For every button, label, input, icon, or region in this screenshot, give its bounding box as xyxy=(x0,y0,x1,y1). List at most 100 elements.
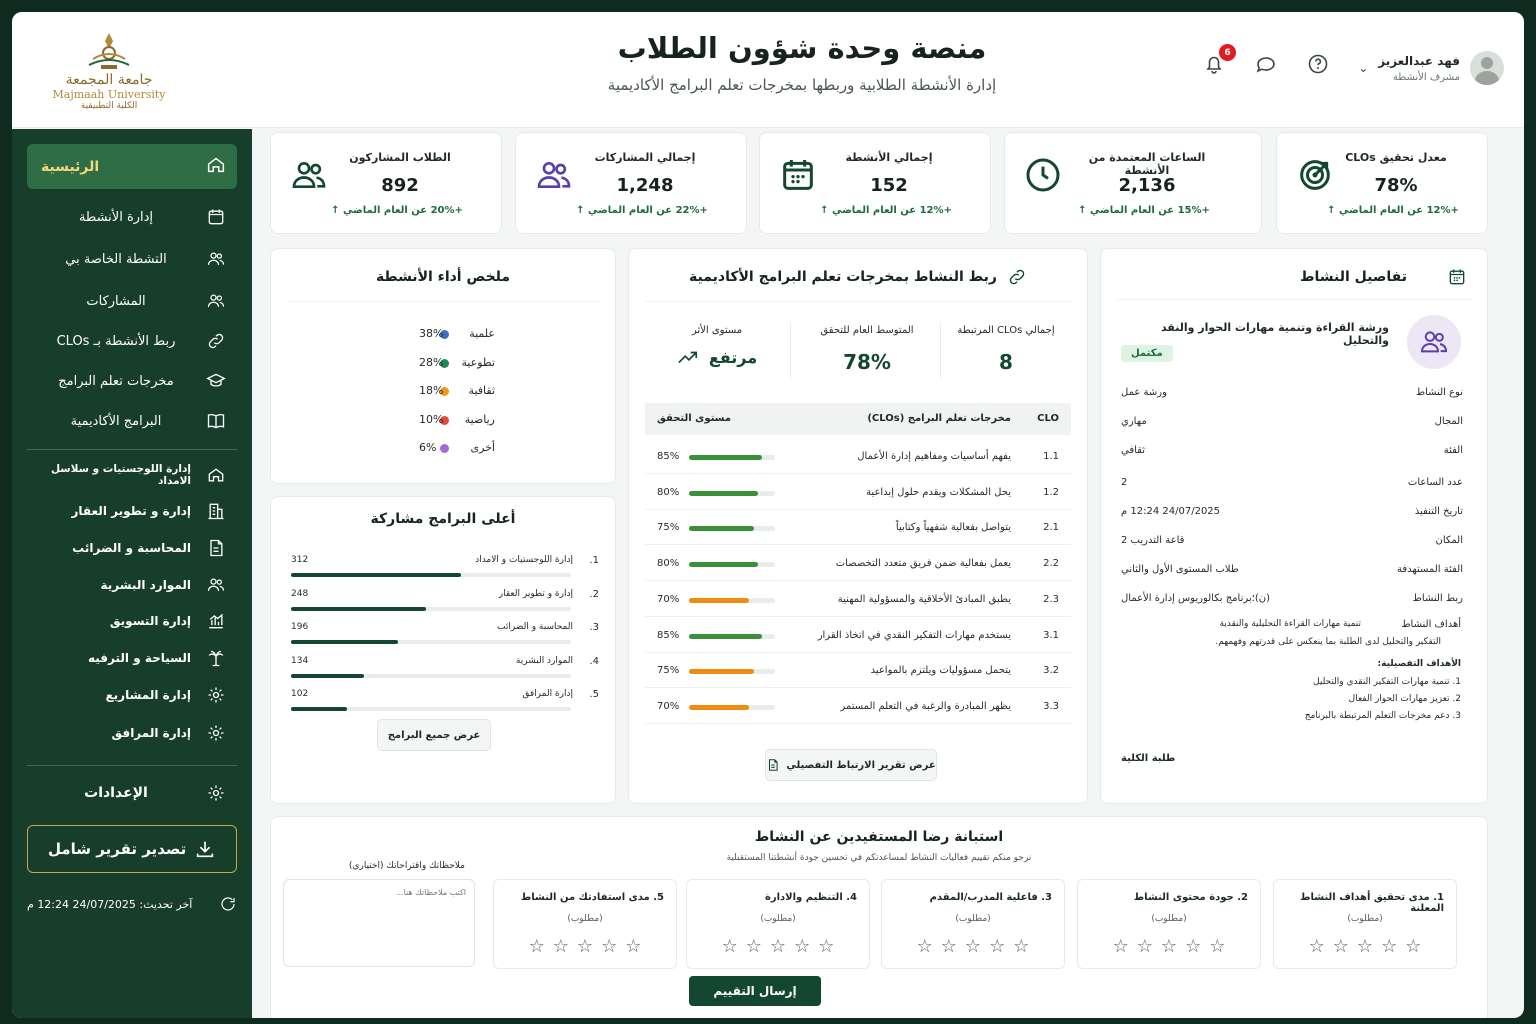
university-logo: جامعة المجمعة Majmaah University الكلية … xyxy=(49,18,169,122)
star-icon[interactable]: ☆ xyxy=(746,938,762,956)
clo-row[interactable]: 3.2 يتحمل مسؤوليات ويلتزم بالمواعيد 75% xyxy=(645,653,1071,689)
star-icon[interactable]: ☆ xyxy=(965,938,981,956)
document-icon xyxy=(205,537,227,559)
detail-key: نوع النشاط xyxy=(1415,387,1463,398)
program-row[interactable]: 5. إدارة المرافق 102 xyxy=(289,681,599,715)
stat-label: مستوى الأثر xyxy=(691,325,743,336)
header-actions: 6 xyxy=(1202,44,1330,76)
sidebar-item-5[interactable]: مخرجات تعلم البرامج xyxy=(27,365,237,397)
clo-id: 2.3 xyxy=(1043,593,1059,605)
star-icon[interactable]: ☆ xyxy=(1381,938,1397,956)
logo-emblem-icon xyxy=(88,33,130,70)
detail-row: المكان قاعة التدريب 2 xyxy=(1121,535,1463,551)
star-icon[interactable]: ☆ xyxy=(601,938,617,956)
sidebar-item-3[interactable]: المشاركات xyxy=(27,285,237,317)
star-icon[interactable]: ☆ xyxy=(1113,938,1129,956)
star-icon[interactable]: ☆ xyxy=(1013,938,1029,956)
question-required: (مطلوب) xyxy=(567,914,603,924)
star-icon[interactable]: ☆ xyxy=(553,938,569,956)
messages-button[interactable] xyxy=(1254,52,1278,76)
star-icon[interactable]: ☆ xyxy=(577,938,593,956)
star-icon[interactable]: ☆ xyxy=(1137,938,1153,956)
clo-row[interactable]: 3.3 يظهر المبادرة والرغبة في التعلم المست… xyxy=(645,689,1071,724)
clo-progress-track xyxy=(689,455,775,460)
star-icon[interactable]: ☆ xyxy=(1185,938,1201,956)
clo-row[interactable]: 3.1 يستخدم مهارات التفكير النقدي في اتخاذ… xyxy=(645,618,1071,653)
users-icon xyxy=(205,574,227,596)
notification-button[interactable]: 6 xyxy=(1202,44,1236,76)
star-icon[interactable]: ☆ xyxy=(917,938,933,956)
divider xyxy=(645,301,1071,302)
sidebar-item-6[interactable]: البرامج الأكاديمية xyxy=(27,405,237,437)
detailed-goal-item: 2. تعزيز مهارات الحوار الفعال xyxy=(1348,694,1461,704)
sidebar-program-2[interactable]: إدارة و تطوير العقار xyxy=(27,495,237,527)
star-icon[interactable]: ☆ xyxy=(625,938,641,956)
sidebar-program-8[interactable]: إدارة المرافق xyxy=(27,717,237,749)
star-icon[interactable]: ☆ xyxy=(1405,938,1421,956)
star-icon[interactable]: ☆ xyxy=(722,938,738,956)
refresh-icon[interactable] xyxy=(219,895,237,913)
program-row[interactable]: 3. المحاسبة و الضرائب 196 xyxy=(289,614,599,648)
star-icon[interactable]: ☆ xyxy=(770,938,786,956)
clo-row[interactable]: 2.3 يطبق المبادئ الأخلاقية والمسؤولية الم… xyxy=(645,582,1071,617)
clo-row[interactable]: 2.1 يتواصل بفعالية شفهياً وكتابياً 75% xyxy=(645,510,1071,546)
sidebar-program-6[interactable]: السياحة و الترفيه xyxy=(27,642,237,674)
sidebar-item-label: البرامج الأكاديمية xyxy=(70,413,162,429)
sidebar-item-1[interactable]: إدارة الأنشطة xyxy=(27,201,237,233)
star-icon[interactable]: ☆ xyxy=(794,938,810,956)
detail-value: مهاري xyxy=(1121,416,1147,427)
clo-row[interactable]: 1.2 يحل المشكلات ويقدم حلول إبداعية 80% xyxy=(645,475,1071,510)
detailed-report-button[interactable]: عرض تقرير الارتباط التفصيلي xyxy=(765,749,937,781)
clo-id: 3.3 xyxy=(1043,700,1059,712)
kpi-title: الساعات المعتمدة من الأنشطة xyxy=(1088,151,1206,177)
activity-summary-card: ملخص أداء الأنشطة علمية 38% تطوعية 28% ثقافي… xyxy=(270,248,616,484)
link-icon xyxy=(205,330,227,352)
sidebar-item-home[interactable]: الرئيسية xyxy=(27,144,237,189)
star-icon[interactable]: ☆ xyxy=(989,938,1005,956)
star-rating: ☆ ☆ ☆ ☆ ☆ xyxy=(1078,938,1260,956)
program-row[interactable]: 4. الموارد البشرية 134 xyxy=(289,648,599,682)
clo-row[interactable]: 2.2 يعمل بفعالية ضمن فريق متعدد التخصصات 8… xyxy=(645,546,1071,582)
star-icon[interactable]: ☆ xyxy=(1309,938,1325,956)
sidebar-program-1[interactable]: إدارة اللوجستيات و سلاسل الامداد xyxy=(27,459,237,491)
star-icon[interactable]: ☆ xyxy=(1333,938,1349,956)
sidebar-item-settings[interactable]: الإعدادات xyxy=(27,777,237,809)
sidebar-program-7[interactable]: إدارة المشاريع xyxy=(27,679,237,711)
clo-id: 2.2 xyxy=(1043,558,1059,570)
star-icon[interactable]: ☆ xyxy=(1161,938,1177,956)
kpi-title: معدل تحقيق CLOs xyxy=(1345,151,1447,164)
stat-value: 78% xyxy=(843,350,891,374)
program-row[interactable]: 1. إدارة اللوجستيات و الامداد 312 xyxy=(289,547,599,581)
summary-legend: علمية 38% تطوعية 28% ثقافية 18% رياضية 10% أخرى 6… xyxy=(399,325,599,465)
sidebar-program-3[interactable]: المحاسبة و الضرائب xyxy=(27,532,237,564)
help-button[interactable] xyxy=(1306,52,1330,76)
detail-value: قاعة التدريب 2 xyxy=(1121,535,1185,546)
star-icon[interactable]: ☆ xyxy=(941,938,957,956)
linking-title: ربط النشاط بمخرجات تعلم البرامج الأكاديم… xyxy=(689,269,997,285)
submit-rating-button[interactable]: إرسال التقييم xyxy=(689,976,821,1006)
status-badge: مكتمل xyxy=(1121,345,1173,362)
sidebar-item-4[interactable]: ربط الأنشطة بـ CLOs xyxy=(27,325,237,357)
star-icon[interactable]: ☆ xyxy=(1209,938,1225,956)
all-programs-button[interactable]: عرض جميع البرامج xyxy=(377,719,491,751)
clo-progress-track xyxy=(689,704,775,710)
sidebar-item-2[interactable]: التشطة الخاصة بي xyxy=(27,243,237,275)
star-rating: ☆ ☆ ☆ ☆ ☆ xyxy=(494,938,676,956)
chevron-down-icon[interactable]: ⌄ xyxy=(1358,61,1368,75)
logo-english-name: Majmaah University xyxy=(52,87,166,101)
export-report-button[interactable]: تصدير تقرير شامل xyxy=(27,825,237,873)
clo-row[interactable]: 1.1 يفهم أساسيات ومفاهيم إدارة الأعمال 85% xyxy=(645,439,1071,474)
sidebar-program-4[interactable]: الموارد البشرية xyxy=(27,569,237,601)
question-required: (مطلوب) xyxy=(955,914,991,924)
stat-impact: مستوى الأثر مرتفع xyxy=(647,325,787,367)
kpi-delta-text: +20% عن العام الماضي xyxy=(342,205,463,216)
program-row[interactable]: 2. إدارة و تطوير العقار 248 xyxy=(289,581,599,615)
notes-textarea[interactable] xyxy=(283,879,475,967)
goals-text-1: تنمية مهارات القراءة التحليلية والنقدية xyxy=(1219,619,1361,629)
user-menu[interactable]: فهد عبدالعزيز مشرف الأنشطة ⌄ xyxy=(1358,44,1504,92)
star-icon[interactable]: ☆ xyxy=(529,938,545,956)
star-icon[interactable]: ☆ xyxy=(818,938,834,956)
sidebar-program-5[interactable]: إدارة التسويق xyxy=(27,605,237,637)
sidebar-item-label: إدارة اللوجستيات و سلاسل الامداد xyxy=(50,463,191,487)
star-icon[interactable]: ☆ xyxy=(1357,938,1373,956)
